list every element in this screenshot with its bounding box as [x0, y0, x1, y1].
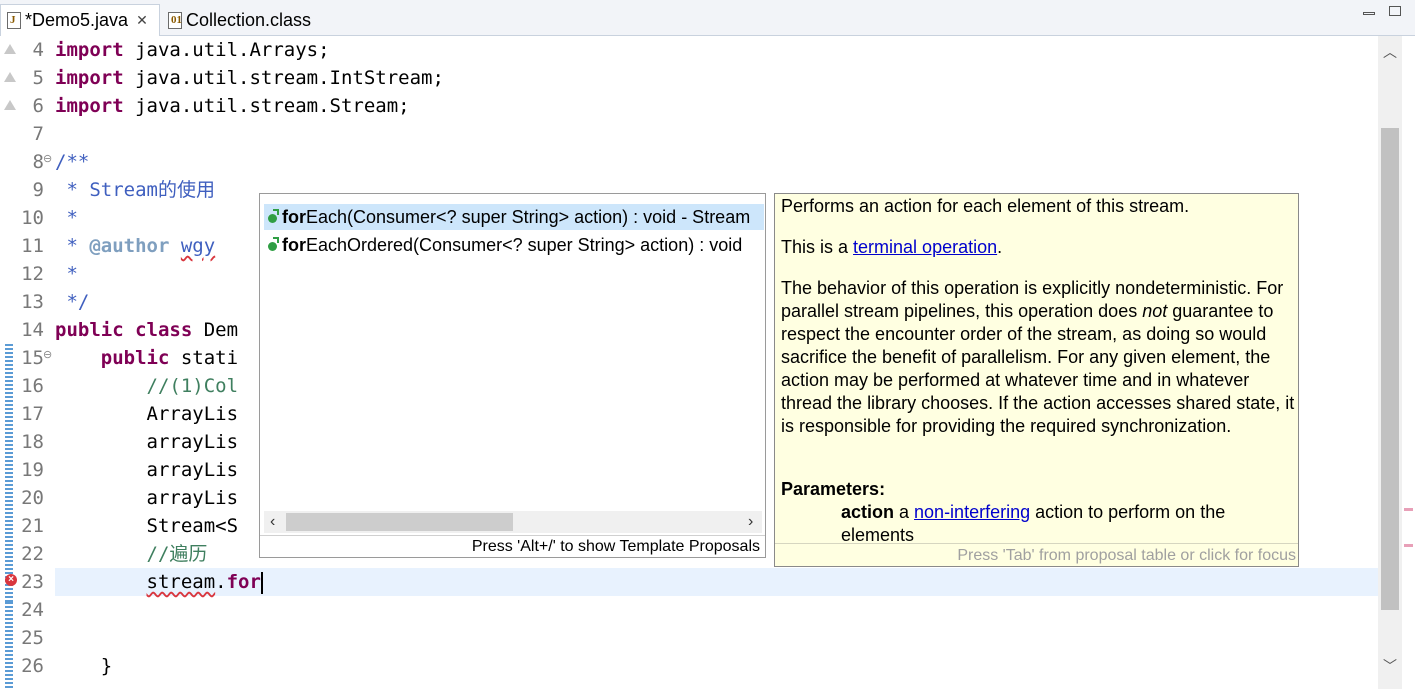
scrollbar-thumb[interactable] [286, 513, 513, 531]
param-name: action [841, 502, 895, 522]
scroll-left-icon[interactable]: ‹ [270, 511, 275, 533]
line-number: 22 [21, 543, 44, 565]
line-number-ruler: 4 5 6 7 8 9 10 11 12 13 14 15 16 17 18 1… [18, 36, 55, 689]
public-method-icon [268, 236, 279, 251]
line-number: 18 [21, 431, 44, 453]
content-assist-popup: forEach(Consumer<? super String> action)… [259, 193, 766, 558]
doc-text: guarantee to respect the encounter order… [781, 301, 1295, 436]
template-proposals-hint: Press 'Alt+/' to show Template Proposals [260, 535, 765, 557]
code-line: /** [55, 151, 90, 173]
warning-icon [4, 72, 16, 82]
vertical-scrollbar[interactable]: ︿ ﹀ [1378, 36, 1402, 689]
tab-label: *Demo5.java [25, 10, 129, 30]
class-file-icon: 01 [168, 11, 182, 29]
line-number: 7 [32, 123, 44, 145]
overview-ruler [1402, 36, 1415, 689]
non-interfering-link[interactable]: non-interfering [914, 502, 1030, 522]
code-line: import java.util.stream.IntStream; [55, 67, 444, 89]
change-marker-bar [5, 344, 13, 602]
code-line: import java.util.Arrays; [55, 39, 330, 61]
line-number: 15 [21, 347, 44, 369]
doc-text: a [894, 502, 915, 522]
line-number: 4 [32, 39, 44, 61]
line-number: 9 [32, 179, 44, 201]
params-heading: Parameters: [781, 479, 886, 499]
line-number: 14 [21, 319, 44, 341]
fold-toggle-icon[interactable]: ⊖ [43, 152, 52, 165]
line-number: 20 [21, 487, 44, 509]
scroll-down-icon[interactable]: ﹀ [1383, 656, 1397, 676]
fold-toggle-icon[interactable]: ⊖ [43, 348, 52, 361]
error-icon[interactable]: × [5, 574, 17, 586]
current-code-line[interactable]: stream.for [55, 568, 1378, 596]
terminal-operation-link[interactable]: terminal operation [853, 237, 997, 257]
line-number: 6 [32, 95, 44, 117]
line-number: 10 [21, 207, 44, 229]
proposal-horizontal-scrollbar[interactable]: ‹ › [264, 511, 762, 533]
change-marker-bar [5, 602, 13, 689]
proposal-match: for [282, 235, 306, 255]
line-number: 5 [32, 67, 44, 89]
line-number: 24 [21, 599, 44, 621]
line-number: 25 [21, 627, 44, 649]
scrollbar-thumb[interactable] [1381, 128, 1399, 610]
scroll-right-icon[interactable]: › [748, 511, 753, 533]
code-line: } [55, 655, 113, 677]
overview-marker[interactable] [1404, 508, 1413, 511]
text-cursor [260, 571, 263, 594]
line-number: 19 [21, 459, 44, 481]
proposal-signature: Each(Consumer<? super String> action) : … [306, 207, 751, 227]
doc-behavior: The behavior of this operation is explic… [781, 277, 1296, 438]
proposal-match: for [282, 207, 306, 227]
tab-collection-class[interactable]: 01 Collection.class [162, 4, 332, 36]
doc-text: This is a [781, 237, 854, 257]
javadoc-popup[interactable]: Performs an action for each element of t… [774, 193, 1299, 567]
line-number: 16 [21, 375, 44, 397]
doc-params-label: Parameters: [781, 478, 1296, 501]
minimize-icon[interactable] [1363, 12, 1375, 15]
line-number: 26 [21, 655, 44, 677]
proposal-foreach[interactable]: forEach(Consumer<? super String> action)… [264, 204, 764, 230]
code-line: import java.util.stream.Stream; [55, 95, 410, 117]
maximize-icon[interactable] [1389, 6, 1401, 16]
proposal-signature: EachOrdered(Consumer<? super String> act… [306, 235, 743, 255]
line-number: 8 [32, 151, 44, 173]
tab-demo5-java[interactable]: J *Demo5.java ✕ [0, 4, 160, 36]
java-file-icon: J [7, 12, 21, 29]
line-number: 13 [21, 291, 44, 313]
public-method-icon [268, 208, 279, 223]
line-number: 17 [21, 403, 44, 425]
scroll-up-icon[interactable]: ︿ [1383, 42, 1397, 62]
doc-text: . [997, 237, 1003, 257]
line-number: 21 [21, 515, 44, 537]
close-icon[interactable]: ✕ [136, 12, 148, 29]
doc-terminal-note: This is a terminal operation. [781, 236, 1296, 259]
doc-focus-hint: Press 'Tab' from proposal table or click… [775, 543, 1298, 566]
overview-marker[interactable] [1404, 544, 1413, 547]
window-controls [1363, 6, 1401, 16]
warning-icon [4, 44, 16, 54]
line-number: 11 [21, 235, 44, 257]
doc-emphasis: not [1142, 301, 1168, 321]
marker-ruler: × [0, 36, 18, 689]
line-number: 12 [21, 263, 44, 285]
warning-icon [4, 100, 16, 110]
tab-label: Collection.class [186, 9, 312, 30]
doc-summary: Performs an action for each element of t… [781, 196, 1190, 216]
line-number: 23 [21, 571, 44, 593]
doc-param-action: action a non-interfering action to perfo… [841, 501, 1296, 547]
editor-tab-bar: J *Demo5.java ✕ 01 Collection.class [0, 0, 1415, 36]
proposal-foreachordered[interactable]: forEachOrdered(Consumer<? super String> … [264, 232, 764, 258]
